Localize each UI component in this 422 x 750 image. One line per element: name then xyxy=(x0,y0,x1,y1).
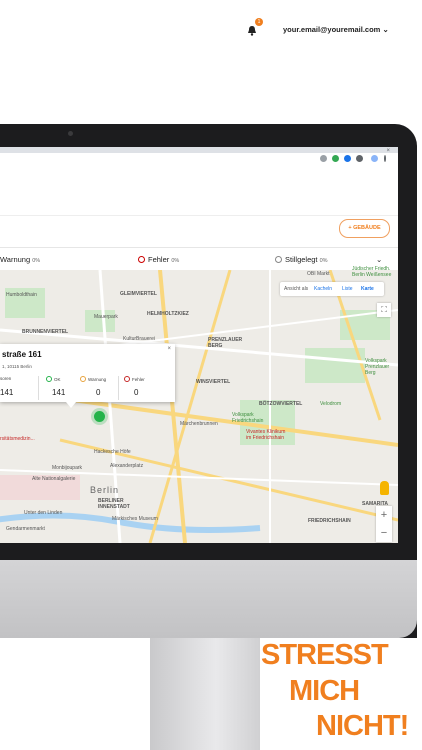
map-label: Berlin xyxy=(90,485,120,495)
view-kacheln[interactable]: Kacheln xyxy=(314,286,332,292)
zoom-out-button[interactable]: − xyxy=(376,524,392,542)
status-percent: 0% xyxy=(171,258,180,264)
map-label: OBI Markt xyxy=(307,271,330,277)
map-label: Märkisches Museum xyxy=(112,516,158,522)
webcam xyxy=(68,131,73,136)
popup-col-label: Fehler xyxy=(132,377,145,382)
map-label: BERLINER INNENSTADT xyxy=(98,498,130,510)
error-dot-icon xyxy=(124,376,130,382)
monitor-stand xyxy=(150,638,260,750)
map-label: Humboldthain xyxy=(6,292,37,298)
map-label: Volkspark Friedrichshain xyxy=(232,412,264,424)
view-liste[interactable]: Liste xyxy=(342,286,353,292)
extension-icon[interactable] xyxy=(320,155,327,162)
ok-dot-icon xyxy=(46,376,52,382)
popup-pointer xyxy=(66,402,76,408)
popup-val-sensors: 141 xyxy=(0,388,14,397)
chevron-down-icon: ⌄ xyxy=(382,25,389,34)
popup-val-warnung: 0 xyxy=(96,388,101,397)
map-label: KulturBrauerei xyxy=(123,336,155,342)
popup-col-warnung: Warnung xyxy=(80,376,106,382)
status-filter-bar: Warnung 0% Fehler 0% Stillgelegt 0% ⌄ xyxy=(0,247,398,271)
zoom-in-button[interactable]: + xyxy=(376,506,392,524)
status-label: Warnung xyxy=(0,255,31,264)
slogan-line-3: NICHT! xyxy=(316,710,409,742)
app-header xyxy=(0,165,398,216)
chevron-down-icon[interactable]: ⌄ xyxy=(376,255,382,264)
slogan-line-1: STRESST xyxy=(261,639,389,671)
view-toggle-prefix: Ansicht als xyxy=(284,286,309,292)
map-label: Monbijoupark xyxy=(52,465,83,471)
warning-dot-icon xyxy=(80,376,86,382)
popup-col-fehler: Fehler xyxy=(124,376,145,382)
map-label: Velodrom xyxy=(320,401,342,407)
building-popup: straße 161 1, 10115 Berlin × soren 141 O… xyxy=(0,344,175,402)
view-toggle: Ansicht als Kacheln Liste Karte xyxy=(280,282,384,296)
map-label: Unter den Linden xyxy=(24,510,63,516)
status-stillgelegt[interactable]: Stillgelegt 0% xyxy=(275,255,328,264)
popup-col-label: Warnung xyxy=(88,377,107,382)
error-ring-icon xyxy=(138,256,145,263)
close-icon[interactable]: × xyxy=(167,346,171,352)
map-label: rsitätsmedizin... xyxy=(0,436,35,442)
popup-title: straße 161 xyxy=(2,350,42,359)
map-label: HELMHOLTZKIEZ xyxy=(147,311,189,317)
status-label: Fehler xyxy=(148,255,170,264)
status-fehler[interactable]: Fehler 0% xyxy=(138,255,179,264)
map-label: Märchenbrunnen xyxy=(180,421,218,427)
slogan-line-2: MICH xyxy=(289,675,360,707)
map-label: Mauerpark xyxy=(94,314,118,320)
status-warnung[interactable]: Warnung 0% xyxy=(0,255,40,264)
map-label: WINSVIERTEL xyxy=(196,379,231,385)
fullscreen-icon[interactable]: ⛶ xyxy=(377,303,391,317)
map-label: Alte Nationalgalerie xyxy=(32,476,76,482)
notification-badge: 1 xyxy=(255,18,263,26)
view-karte[interactable]: Karte xyxy=(361,286,374,292)
status-label: Stillgelegt xyxy=(285,255,318,264)
map-label: BRUNNENVIERTEL xyxy=(22,329,69,335)
popup-col-label: OK xyxy=(54,377,61,382)
extension-icon[interactable] xyxy=(332,155,339,162)
puzzle-icon[interactable] xyxy=(356,155,363,162)
map-label: BÖTZOWVIERTEL xyxy=(259,401,303,407)
map-label: GLEIMVIERTEL xyxy=(120,291,157,297)
map-label: Jüdischer Friedh. Berlin Weißensee xyxy=(352,266,392,278)
street-view-pegman-icon[interactable] xyxy=(380,481,389,495)
building-marker[interactable] xyxy=(94,411,105,422)
monitor-chin xyxy=(0,560,417,638)
map-label: Gendarmenmarkt xyxy=(6,526,45,532)
status-percent: 0% xyxy=(319,258,328,264)
user-menu[interactable]: your.email@youremail.com ⌄ xyxy=(283,25,389,34)
status-percent: 0% xyxy=(32,258,41,264)
bell-icon[interactable] xyxy=(247,25,257,39)
divider xyxy=(38,376,39,400)
popup-col-ok: OK xyxy=(46,376,61,382)
popup-val-fehler: 0 xyxy=(134,388,139,397)
inactive-ring-icon xyxy=(275,256,282,263)
user-email: your.email@youremail.com xyxy=(283,25,381,34)
map-label: Volkspark Prenzlauer Berg xyxy=(365,358,390,376)
map-label: Vivantes Klinikum im Friedrichshain xyxy=(246,429,286,441)
extension-icon[interactable] xyxy=(344,155,351,162)
map-label: Hackesche Höfe xyxy=(94,449,131,455)
add-building-button[interactable]: + GEBÄUDE xyxy=(339,219,390,238)
divider xyxy=(118,376,119,400)
map-label: PRENZLAUER BERG xyxy=(208,337,243,349)
menu-dots-icon[interactable] xyxy=(384,155,386,162)
popup-val-ok: 141 xyxy=(52,388,66,397)
popup-address: 1, 10115 Berlin xyxy=(2,364,32,369)
zoom-control: + − xyxy=(376,506,392,542)
map-label: Alexanderplatz xyxy=(110,463,144,469)
popup-col-sensors: soren xyxy=(0,376,12,381)
profile-avatar[interactable] xyxy=(371,155,378,162)
map-label: FRIEDRICHSHAIN xyxy=(308,518,351,524)
